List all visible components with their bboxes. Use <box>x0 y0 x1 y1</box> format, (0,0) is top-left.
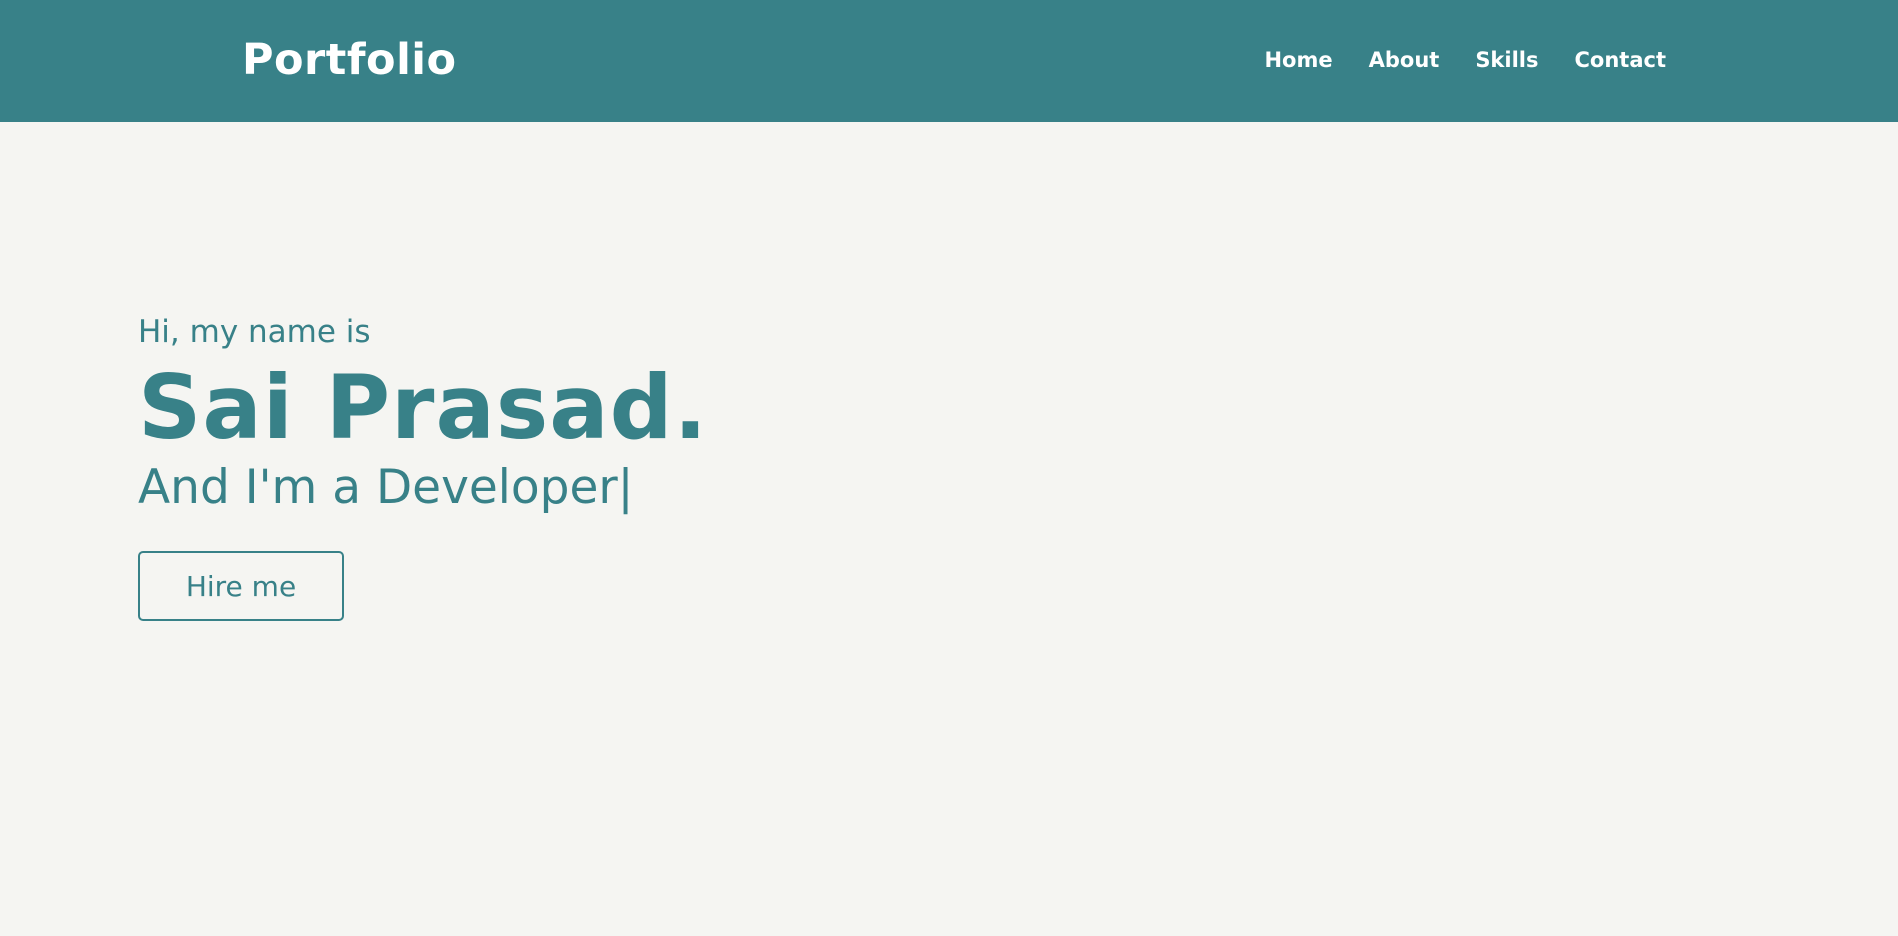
hero-tagline: And I'm a Developer| <box>138 460 634 515</box>
nav-item-home: Home <box>1264 46 1332 74</box>
hero-section: Hi, my name is Sai Prasad. And I'm a Dev… <box>138 308 708 621</box>
hire-me-button[interactable]: Hire me <box>138 551 344 621</box>
nav-item-about: About <box>1369 46 1440 74</box>
nav-item-skills: Skills <box>1475 46 1538 74</box>
nav-link-contact[interactable]: Contact <box>1575 48 1667 72</box>
nav-link-home[interactable]: Home <box>1264 48 1332 72</box>
hero-name: Sai Prasad. <box>138 356 709 459</box>
nav-link-about[interactable]: About <box>1369 48 1440 72</box>
nav-menu: Home About Skills Contact <box>1228 46 1666 74</box>
site-logo[interactable]: Portfolio <box>242 34 457 86</box>
hero-greeting: Hi, my name is <box>138 314 371 350</box>
navbar: Portfolio Home About Skills Contact <box>0 0 1898 122</box>
nav-item-contact: Contact <box>1575 46 1667 74</box>
nav-link-skills[interactable]: Skills <box>1475 48 1538 72</box>
